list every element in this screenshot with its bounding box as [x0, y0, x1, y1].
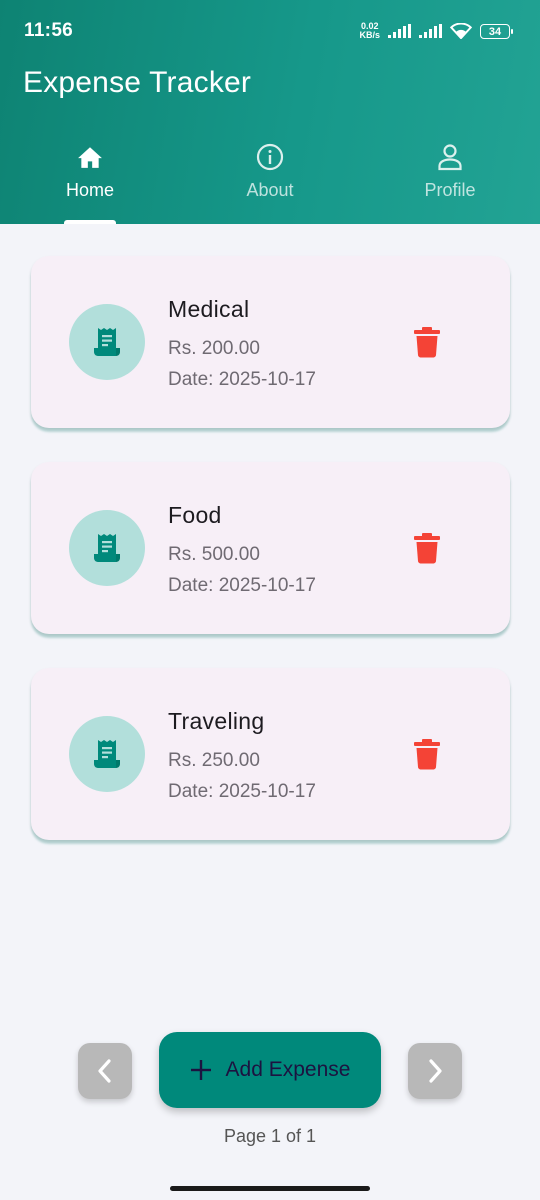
- app-title: Expense Tracker: [23, 66, 252, 99]
- tab-bar: Home About Profile: [0, 140, 540, 224]
- battery-icon: 34: [480, 23, 513, 39]
- expense-name: Traveling: [168, 708, 265, 734]
- expense-date: Date: 2025-10-17: [168, 575, 316, 596]
- next-page-button[interactable]: [408, 1043, 462, 1099]
- home-icon: [78, 147, 102, 168]
- person-icon: [438, 144, 462, 171]
- signal-icon: [388, 24, 411, 38]
- receipt-icon: [94, 740, 120, 768]
- tab-label: About: [246, 180, 294, 200]
- expense-date: Date: 2025-10-17: [168, 781, 316, 802]
- status-time: 11:56: [24, 20, 74, 41]
- previous-page-button[interactable]: [78, 1043, 132, 1099]
- gesture-bar[interactable]: [170, 1186, 370, 1191]
- status-bar: 11:56 0.02 KB/s 34: [0, 0, 540, 58]
- expense-name: Medical: [168, 296, 250, 322]
- plus-icon: [190, 1060, 211, 1080]
- add-expense-label: Add Expense: [225, 1058, 351, 1081]
- wifi-icon: [450, 23, 472, 39]
- chevron-right-icon: [429, 1059, 442, 1083]
- expense-card[interactable]: Traveling Rs. 250.00 Date: 2025-10-17: [31, 668, 510, 840]
- info-icon: [256, 143, 284, 171]
- expense-card[interactable]: Food Rs. 500.00 Date: 2025-10-17: [31, 462, 510, 634]
- category-avatar: [69, 716, 145, 792]
- chevron-left-icon: [98, 1059, 111, 1083]
- network-speed: 0.02 KB/s: [359, 21, 380, 40]
- expense-name: Food: [168, 502, 222, 528]
- tab-home[interactable]: Home: [0, 140, 180, 224]
- page-indicator: Page 1 of 1: [223, 1126, 317, 1146]
- delete-icon[interactable]: [413, 326, 441, 358]
- tab-about[interactable]: About: [180, 140, 360, 224]
- category-avatar: [69, 304, 145, 380]
- app-header: 11:56 0.02 KB/s 34 Expense Tracker Home …: [0, 0, 540, 224]
- add-expense-button[interactable]: Add Expense: [159, 1032, 381, 1108]
- expense-amount: Rs. 200.00: [168, 338, 260, 359]
- category-avatar: [69, 510, 145, 586]
- delete-icon[interactable]: [413, 738, 441, 770]
- receipt-icon: [94, 328, 120, 356]
- signal-icon-2: [419, 24, 442, 38]
- expense-card[interactable]: Medical Rs. 200.00 Date: 2025-10-17: [31, 256, 510, 428]
- receipt-icon: [94, 534, 120, 562]
- expense-amount: Rs. 250.00: [168, 750, 260, 771]
- expense-date: Date: 2025-10-17: [168, 369, 316, 390]
- tab-label: Profile: [424, 180, 476, 200]
- tab-label: Home: [65, 180, 114, 200]
- tab-indicator: [64, 220, 116, 224]
- delete-icon[interactable]: [413, 532, 441, 564]
- tab-profile[interactable]: Profile: [360, 140, 540, 224]
- status-icons: 0.02 KB/s 34: [359, 20, 513, 42]
- expense-amount: Rs. 500.00: [168, 544, 260, 565]
